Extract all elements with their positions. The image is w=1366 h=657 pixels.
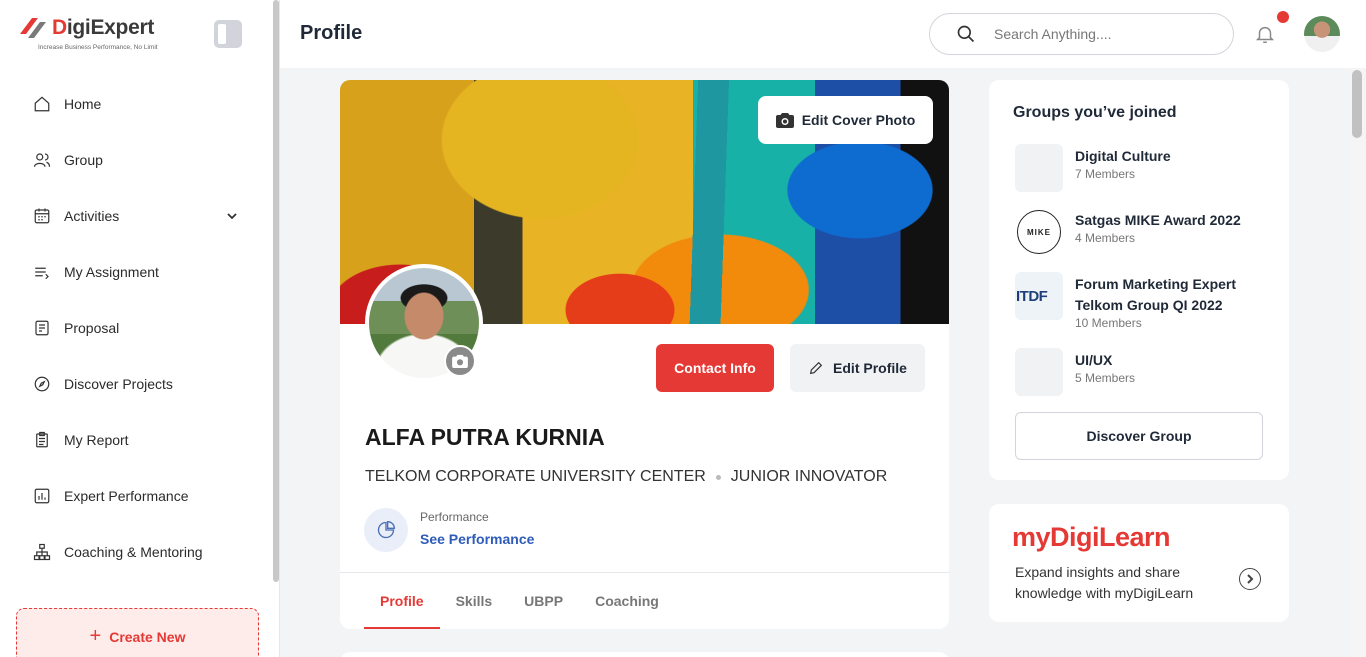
sidebar-nav: Home Group Activities My Assignment Prop…: [0, 76, 272, 580]
brand-name: DigiExpert: [52, 16, 155, 39]
report-icon: [32, 430, 52, 450]
contact-info-button[interactable]: Contact Info: [656, 344, 774, 392]
sidebar-item-label: Home: [64, 96, 102, 112]
sidebar-item-home[interactable]: Home: [0, 76, 272, 132]
create-new-button[interactable]: + Create New: [16, 608, 259, 657]
mydigilearn-card[interactable]: myDigiLearn Expand insights and share kn…: [989, 504, 1289, 622]
group-name: Forum Marketing Expert Telkom Group QI 2…: [1075, 276, 1237, 313]
performance-label: Performance: [420, 510, 489, 524]
group-members: 5 Members: [1075, 371, 1136, 385]
group-item-digital-culture[interactable]: Digital Culture 7 Members: [1015, 144, 1275, 192]
tab-profile[interactable]: Profile: [364, 573, 440, 629]
sidebar-item-label: My Report: [64, 432, 129, 448]
camera-icon: [775, 113, 794, 128]
itdf-logo-icon: ITDF: [1015, 272, 1063, 320]
profile-name: ALFA PUTRA KURNIA: [365, 424, 605, 450]
group-members: 4 Members: [1075, 231, 1136, 245]
group-name: UI/UX: [1075, 352, 1113, 368]
sidebar-toggle-button[interactable]: [214, 20, 242, 48]
group-item-forum-marketing[interactable]: ITDF Forum Marketing Expert Telkom Group…: [1015, 272, 1275, 332]
sidebar-item-label: Group: [64, 152, 103, 168]
change-avatar-camera-icon[interactable]: [444, 345, 476, 377]
sidebar-item-label: Proposal: [64, 320, 120, 336]
discover-group-button[interactable]: Discover Group: [1015, 412, 1263, 460]
compass-icon: [32, 374, 52, 394]
calendar-icon: [32, 206, 52, 226]
assignment-icon: [32, 262, 52, 282]
sidebar-scrollbar[interactable]: [273, 0, 279, 582]
arrow-right-icon[interactable]: [1239, 568, 1261, 590]
profile-tabs: Profile Skills UBPP Coaching: [364, 573, 675, 629]
profile-card: Edit Cover Photo Contact Info Edit Profi…: [340, 80, 949, 629]
sidebar-item-label: Expert Performance: [64, 488, 189, 504]
sidebar-item-discover-projects[interactable]: Discover Projects: [0, 356, 272, 412]
top-header: Profile: [280, 0, 1366, 68]
mydigilearn-description: Expand insights and share knowledge with…: [1015, 564, 1194, 601]
separator-dot: [715, 474, 721, 480]
sidebar-item-activities[interactable]: Activities: [0, 188, 272, 244]
sidebar-item-proposal[interactable]: Proposal: [0, 300, 272, 356]
chevron-down-icon[interactable]: [226, 209, 238, 221]
logo-mark-icon: [20, 18, 46, 38]
sidebar-item-group[interactable]: Group: [0, 132, 272, 188]
sidebar-item-coaching-mentoring[interactable]: Coaching & Mentoring: [0, 524, 272, 580]
tab-skills[interactable]: Skills: [440, 573, 509, 629]
sidebar-item-my-assignment[interactable]: My Assignment: [0, 244, 272, 300]
mydigilearn-logo: myDigiLearn: [1012, 522, 1171, 552]
home-icon: [32, 94, 52, 114]
mike-award-logo-icon: MIKE: [1015, 208, 1063, 256]
edit-profile-button[interactable]: Edit Profile: [790, 344, 925, 392]
notification-badge: [1277, 11, 1289, 23]
profile-role: JUNIOR INNOVATOR: [730, 468, 888, 485]
profile-organization: TELKOM CORPORATE UNIVERSITY CENTER: [365, 468, 706, 485]
brand-tagline: Increase Business Performance, No Limit: [38, 44, 158, 51]
chart-icon: [32, 486, 52, 506]
pencil-icon: [809, 361, 823, 375]
sidebar-item-label: Activities: [64, 208, 120, 224]
search-bar[interactable]: [929, 13, 1234, 55]
sidebar-item-my-report[interactable]: My Report: [0, 412, 272, 468]
tab-coaching[interactable]: Coaching: [579, 573, 675, 629]
profile-subtitle: TELKOM CORPORATE UNIVERSITY CENTER JUNIO…: [365, 468, 887, 486]
group-members: 7 Members: [1075, 167, 1136, 181]
sidebar-item-expert-performance[interactable]: Expert Performance: [0, 468, 272, 524]
see-performance-link[interactable]: See Performance: [420, 531, 534, 547]
proposal-icon: [32, 318, 52, 338]
sidebar-item-label: Coaching & Mentoring: [64, 544, 203, 560]
edit-cover-label: Edit Cover Photo: [801, 112, 916, 128]
plus-icon: +: [89, 625, 102, 647]
page-title: Profile: [300, 22, 363, 44]
edit-profile-label: Edit Profile: [833, 360, 907, 376]
group-icon: [32, 150, 52, 170]
digiexpert-logo[interactable]: DigiExpert Increase Business Performance…: [16, 12, 176, 56]
sidebar-item-label: Discover Projects: [64, 376, 173, 392]
page-scrollbar[interactable]: [1350, 68, 1364, 657]
group-members: 10 Members: [1075, 316, 1142, 330]
group-thumbnail: [1015, 348, 1063, 396]
create-new-label: Create New: [109, 629, 186, 645]
next-content-card: [340, 652, 949, 657]
sidebar: DigiExpert Increase Business Performance…: [0, 0, 280, 657]
group-name: Satgas MIKE Award 2022: [1075, 212, 1241, 228]
group-item-satgas-mike[interactable]: MIKE Satgas MIKE Award 2022 4 Members: [1015, 208, 1275, 256]
tab-ubpp[interactable]: UBPP: [508, 573, 579, 629]
group-item-uiux[interactable]: UI/UX 5 Members: [1015, 348, 1275, 396]
group-name: Digital Culture: [1075, 148, 1171, 164]
hierarchy-icon: [32, 542, 52, 562]
pie-chart-icon: [364, 508, 408, 552]
groups-title: Groups you’ve joined: [1013, 104, 1177, 121]
search-icon: [957, 25, 975, 43]
groups-card: Groups you’ve joined Digital Culture 7 M…: [989, 80, 1289, 480]
notification-bell-icon[interactable]: [1254, 23, 1278, 47]
edit-cover-photo-button[interactable]: Edit Cover Photo: [758, 96, 933, 144]
user-avatar[interactable]: [1304, 16, 1340, 52]
group-thumbnail: [1015, 144, 1063, 192]
sidebar-item-label: My Assignment: [64, 264, 159, 280]
search-input[interactable]: [994, 26, 1214, 42]
